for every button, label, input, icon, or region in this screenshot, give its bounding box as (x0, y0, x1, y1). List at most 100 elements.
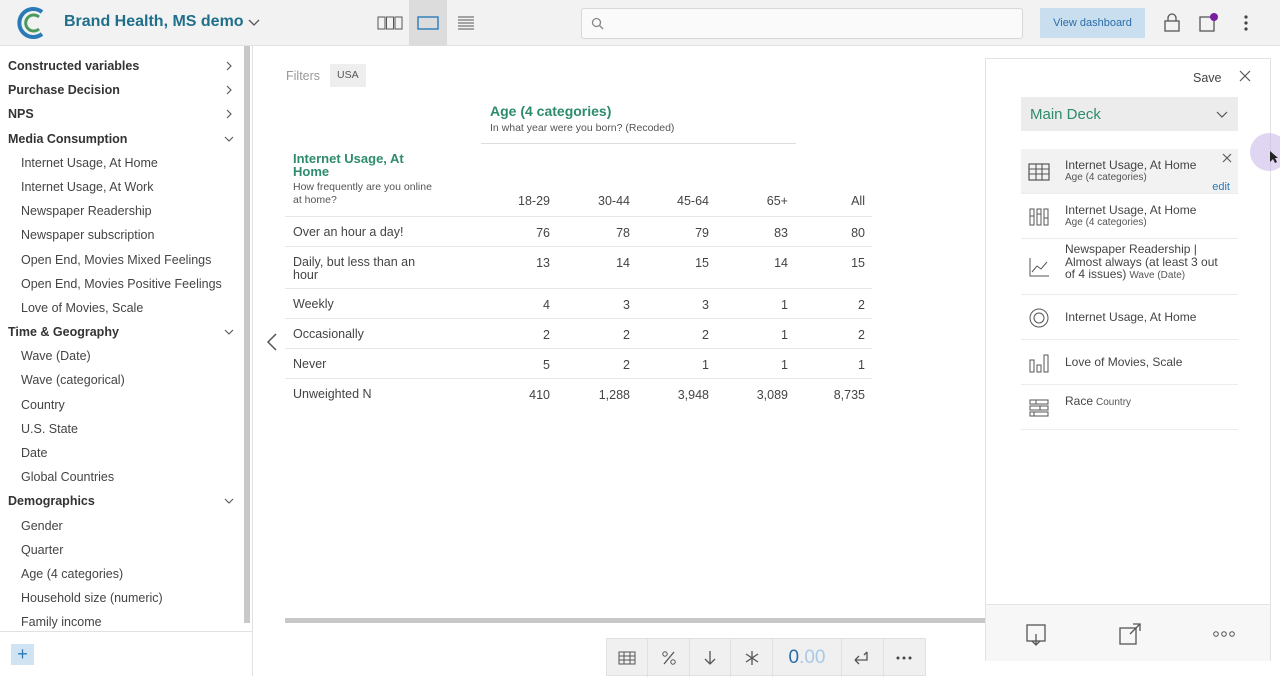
sidebar-item-label: Wave (Date) (21, 349, 91, 364)
lock-icon (1164, 13, 1180, 32)
horizontal-scrollbar[interactable] (285, 618, 985, 623)
table-cell: 15 (851, 256, 865, 270)
export-icon[interactable] (1118, 622, 1142, 646)
sidebar-item-label: Gender (21, 518, 63, 533)
three-column-icon (377, 16, 403, 30)
sidebar-item[interactable]: Internet Usage, At Work (0, 175, 242, 199)
deck-item-title: Internet Usage, At Home Age (4 categories… (1065, 159, 1225, 184)
deck-item[interactable]: Internet Usage, At Home Age (4 categories… (1021, 149, 1238, 194)
three-column-view-button[interactable] (371, 0, 409, 46)
significance-button[interactable] (731, 639, 773, 677)
notifications-button[interactable] (1198, 12, 1220, 34)
table-icon (618, 651, 636, 665)
search-input[interactable] (581, 8, 1023, 39)
sidebar-item[interactable]: Love of Movies, Scale (0, 296, 242, 320)
deck-item-name: Race (1065, 394, 1094, 408)
row-label: Over an hour a day! (293, 225, 404, 239)
sidebar-item[interactable]: Wave (categorical) (0, 368, 242, 392)
sidebar-item[interactable]: Newspaper Readership (0, 199, 242, 223)
save-button[interactable]: Save (1193, 71, 1222, 85)
sidebar-item[interactable]: Newspaper subscription (0, 223, 242, 247)
sidebar-group[interactable]: Time & Geography (0, 320, 242, 344)
sidebar-group[interactable]: Media Consumption (0, 127, 242, 151)
more-dots-icon[interactable] (1212, 622, 1236, 646)
sidebar-item[interactable]: Internet Usage, At Home (0, 151, 242, 175)
deck-item[interactable]: Newspaper Readership | Almost always (at… (1021, 239, 1238, 295)
add-variable-button[interactable]: + (11, 644, 34, 665)
sidebar-item-label: Love of Movies, Scale (21, 300, 144, 315)
single-view-button[interactable] (409, 0, 447, 46)
deck-item-subtitle: Age (4 categories) (1065, 171, 1147, 183)
sidebar-item[interactable]: Gender (0, 514, 242, 538)
sidebar-group[interactable]: NPS (0, 102, 242, 126)
column-header[interactable]: 65+ (728, 194, 788, 208)
percentage-button[interactable] (648, 639, 690, 677)
more-options-button[interactable] (884, 639, 925, 677)
edit-link[interactable]: edit (1212, 181, 1230, 193)
sidebar-item[interactable]: Global Countries (0, 465, 242, 489)
close-icon[interactable] (1222, 153, 1232, 163)
deck-item[interactable]: Love of Movies, Scale (1021, 340, 1238, 385)
swap-axes-button[interactable] (842, 639, 884, 677)
deck-item-name: Love of Movies, Scale (1065, 355, 1183, 370)
deck-item-subtitle: Wave (Date) (1129, 270, 1186, 281)
sidebar-group[interactable]: Demographics (0, 489, 242, 513)
table-row: Never 5 2 1 1 1 (285, 348, 872, 378)
more-menu-button[interactable] (1235, 12, 1257, 34)
row-variable-title[interactable]: Internet Usage, At Home (293, 152, 433, 178)
decimal-value: 0 (788, 647, 800, 668)
sidebar-item[interactable]: U.S. State (0, 417, 242, 441)
row-label: Daily, but less than an hour (293, 255, 416, 282)
chevron-down-icon[interactable] (247, 15, 261, 29)
table-row: Daily, but less than an hour 13 14 15 14 15 (285, 246, 872, 288)
sidebar-group[interactable]: Purchase Decision (0, 78, 242, 102)
filter-chip[interactable]: USA (330, 64, 366, 87)
sidebar-item[interactable]: Family income (0, 610, 242, 631)
sidebar-item-label: Country (21, 397, 65, 412)
swap-icon (854, 651, 868, 665)
sidebar-item[interactable]: Quarter (0, 538, 242, 562)
sidebar-item[interactable]: Household size (numeric) (0, 586, 242, 610)
sort-button[interactable] (690, 639, 732, 677)
close-icon[interactable] (1239, 70, 1251, 82)
sidebar-item[interactable]: Date (0, 441, 242, 465)
list-view-button[interactable] (447, 0, 485, 46)
table-cell: 2 (858, 328, 865, 342)
sidebar-item-label: Age (4 categories) (21, 566, 124, 581)
sidebar-group[interactable]: Constructed variables (0, 54, 242, 78)
table-cell: 3,948 (677, 388, 709, 402)
sidebar-item[interactable]: Open End, Movies Mixed Feelings (0, 248, 242, 272)
decimal-places-control[interactable]: 0.00 (773, 639, 843, 677)
sidebar-item[interactable]: Age (4 categories) (0, 562, 242, 586)
table-cell: 3 (702, 298, 709, 312)
column-header[interactable]: 30-44 (570, 194, 630, 208)
sidebar-item-label: Family income (21, 615, 102, 630)
deck-panel: Save Main Deck Internet Usage, At Home Ag… (985, 58, 1271, 661)
column-header[interactable]: 45-64 (649, 194, 709, 208)
grouped-bar-icon (1029, 399, 1049, 416)
lock-button[interactable] (1161, 12, 1183, 34)
table-cell: 76 (536, 226, 550, 240)
deck-item-title: Newspaper Readership | Almost always (at… (1065, 243, 1225, 283)
sidebar-item[interactable]: Wave (Date) (0, 344, 242, 368)
sidebar-item[interactable]: Country (0, 393, 242, 417)
deck-selector[interactable]: Main Deck (1021, 97, 1238, 131)
sidebar-scrollbar[interactable] (244, 46, 250, 623)
column-variable-title[interactable]: Age (4 categories) (490, 103, 611, 119)
table-cell: 79 (695, 226, 709, 240)
column-header[interactable]: All (805, 194, 865, 208)
deck-item[interactable]: Internet Usage, At Home Age (4 categories… (1021, 194, 1238, 239)
table-view-button[interactable] (607, 639, 649, 677)
view-dashboard-button[interactable]: View dashboard (1040, 8, 1145, 38)
table-cell: 5 (543, 358, 550, 372)
table-cell: 2 (543, 328, 550, 342)
download-icon[interactable] (1024, 622, 1048, 646)
column-header[interactable]: 18-29 (490, 194, 550, 208)
deck-item[interactable]: Race Country (1021, 385, 1238, 430)
previous-arrow-icon[interactable] (265, 332, 279, 352)
sidebar-item[interactable]: Open End, Movies Positive Feelings (0, 272, 242, 296)
deck-item[interactable]: Internet Usage, At Home (1021, 295, 1238, 340)
deck-item-subtitle: Country (1096, 397, 1132, 408)
crunch-logo-icon[interactable] (16, 6, 48, 40)
dataset-title[interactable]: Brand Health, MS demo (64, 13, 244, 31)
